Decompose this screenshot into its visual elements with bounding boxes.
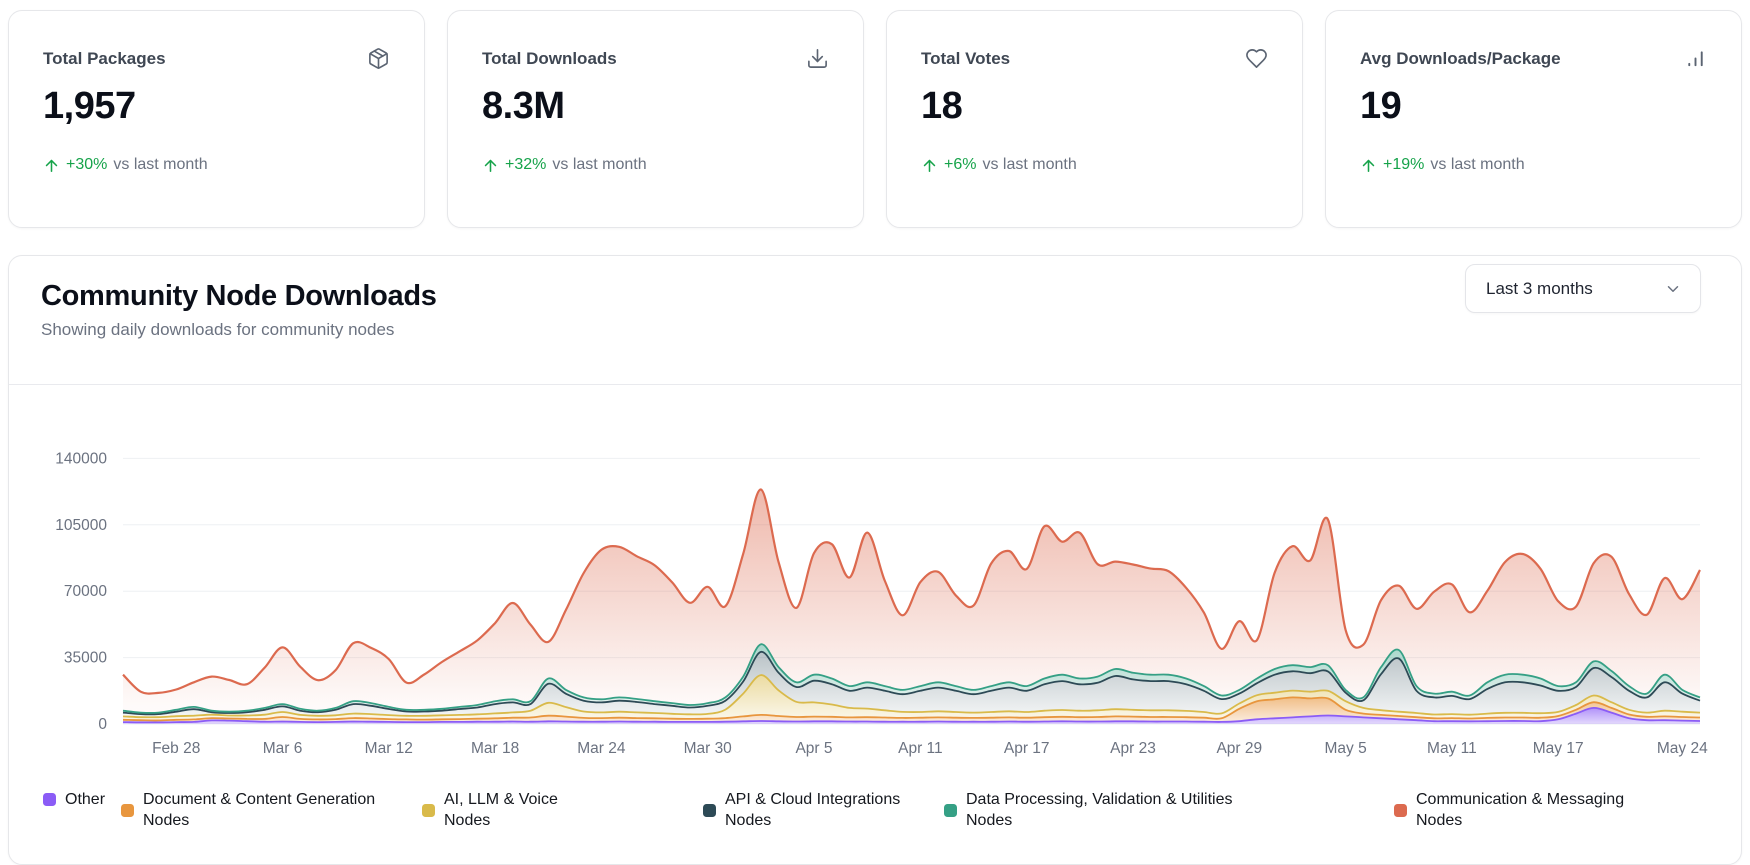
stat-card-value: 1,957 (43, 85, 136, 127)
legend-label: Document & Content Generation Nodes (143, 791, 376, 830)
arrow-up-icon (482, 157, 499, 174)
x-axis-label: Apr 5 (795, 740, 832, 757)
stat-card-total-votes: Total Votes 18 +6% vs last month (886, 10, 1303, 228)
delta-suffix: vs last month (1430, 156, 1525, 173)
chart-header: Community Node Downloads Showing daily d… (9, 256, 1741, 385)
x-axis-label: Feb 28 (152, 740, 200, 757)
x-axis-label: Apr 23 (1110, 740, 1156, 757)
stat-card-avg-downloads: Avg Downloads/Package 19 +19% vs last mo… (1325, 10, 1742, 228)
legend-swatch-icon (43, 793, 56, 807)
stat-card-title: Total Downloads (482, 49, 617, 68)
x-axis-label: Apr 29 (1216, 740, 1262, 757)
legend-swatch-icon (121, 803, 134, 817)
y-axis-label: 70000 (64, 583, 107, 600)
community-node-downloads-card: 0 35000 70000 105000 140000 Feb 28 Mar 6 Mar 12… (8, 255, 1742, 865)
legend-label: API & Cloud Integrations Nodes (725, 791, 901, 830)
stat-card-delta: +32% vs last month (482, 156, 829, 174)
chart-title: Community Node Downloads (41, 280, 437, 312)
delta-suffix: vs last month (982, 156, 1077, 173)
x-axis-label: Mar 30 (684, 740, 733, 757)
stat-card-title: Avg Downloads/Package (1360, 49, 1561, 68)
stat-card-title: Total Votes (921, 49, 1011, 68)
x-axis-label: May 17 (1533, 740, 1584, 757)
x-axis-label: May 24 (1657, 740, 1708, 757)
x-axis-label: Mar 6 (263, 740, 303, 757)
stat-card-value: 8.3M (482, 85, 565, 127)
legend-item: AI, LLM & Voice Nodes (422, 789, 579, 831)
x-axis-label: Mar 18 (471, 740, 519, 757)
legend-label: Communication & Messaging Nodes (1416, 791, 1625, 830)
delta-suffix: vs last month (113, 156, 208, 173)
legend-swatch-icon (1394, 803, 1407, 817)
bar-chart-icon (1684, 47, 1707, 75)
x-axis-label: Mar 24 (577, 740, 626, 757)
download-icon (806, 47, 829, 75)
stat-card-total-packages: Total Packages 1,957 +30% vs last month (8, 10, 425, 228)
legend-item: API & Cloud Integrations Nodes (703, 789, 930, 831)
legend-label: Other (65, 791, 106, 808)
y-axis-label: 105000 (55, 517, 107, 534)
delta-percent: +6% (944, 156, 977, 173)
legend-item: Data Processing, Validation & Utilities … (944, 789, 1266, 831)
stat-cards-row: Total Packages 1,957 +30% vs last month … (8, 10, 1742, 228)
arrow-up-icon (1360, 157, 1377, 174)
legend-label: Data Processing, Validation & Utilities … (966, 791, 1233, 830)
legend-item: Document & Content Generation Nodes (121, 789, 393, 831)
legend-item: Communication & Messaging Nodes (1394, 789, 1641, 831)
arrow-up-icon (921, 157, 938, 174)
stat-card-value: 19 (1360, 85, 1402, 127)
stat-card-delta: +19% vs last month (1360, 156, 1707, 174)
stat-card-title: Total Packages (43, 49, 166, 68)
stat-card-total-downloads: Total Downloads 8.3M +32% vs last month (447, 10, 864, 228)
y-axis-label: 0 (98, 716, 107, 733)
arrow-up-icon (43, 157, 60, 174)
heart-icon (1245, 47, 1268, 75)
x-axis-label: May 5 (1324, 740, 1366, 757)
chevron-down-icon (1664, 280, 1682, 298)
stat-card-delta: +6% vs last month (921, 156, 1268, 174)
chart-subtitle: Showing daily downloads for community no… (41, 320, 395, 339)
legend-item: Other (43, 789, 105, 810)
legend-swatch-icon (944, 803, 957, 817)
y-axis-label: 140000 (55, 450, 107, 467)
time-range-value: Last 3 months (1486, 278, 1593, 298)
stat-card-delta: +30% vs last month (43, 156, 390, 174)
x-axis-label: Mar 12 (365, 740, 413, 757)
delta-percent: +30% (66, 156, 108, 173)
delta-percent: +32% (505, 156, 547, 173)
time-range-select[interactable]: Last 3 months (1465, 264, 1701, 313)
delta-suffix: vs last month (552, 156, 647, 173)
stat-card-value: 18 (921, 85, 963, 127)
x-axis-label: Apr 11 (898, 740, 943, 757)
legend: Other Document & Content Generation Nodes… (9, 789, 1741, 849)
x-axis-label: Apr 17 (1004, 740, 1050, 757)
delta-percent: +19% (1383, 156, 1425, 173)
legend-swatch-icon (703, 803, 716, 817)
legend-swatch-icon (422, 803, 435, 817)
y-axis-label: 35000 (64, 650, 107, 667)
x-axis-label: May 11 (1427, 740, 1477, 757)
package-icon (367, 47, 390, 75)
legend-label: AI, LLM & Voice Nodes (444, 791, 558, 830)
